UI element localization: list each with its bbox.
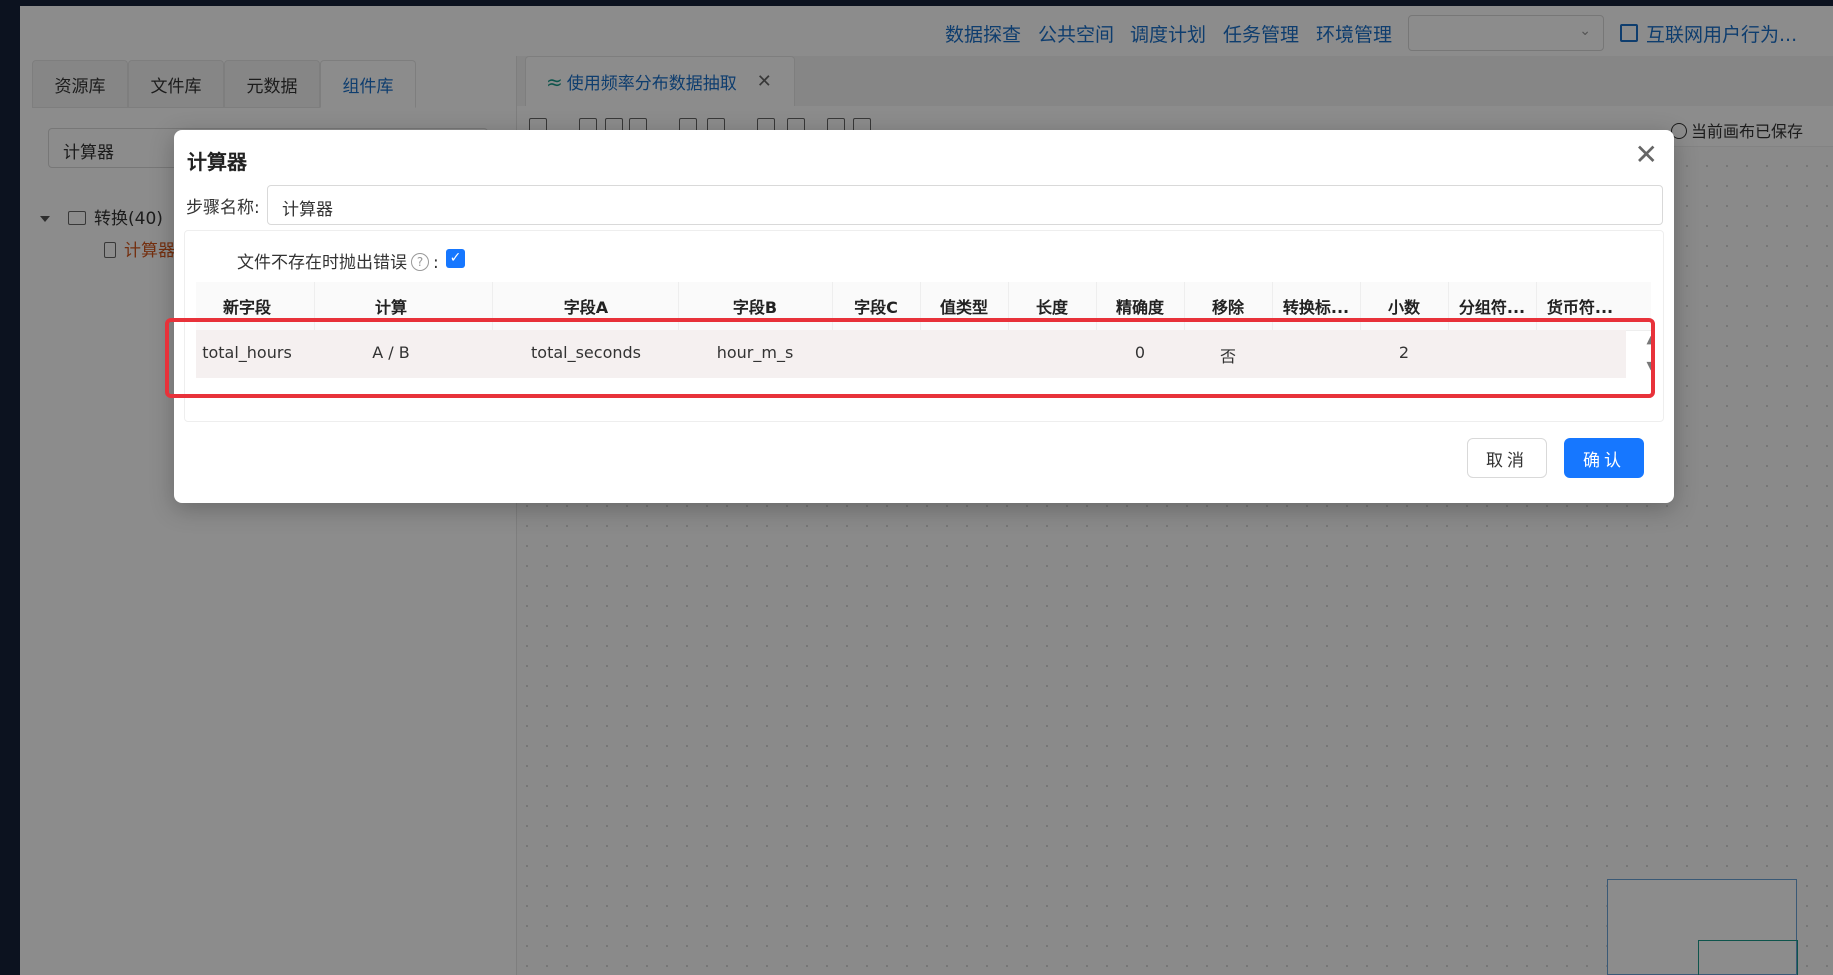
col-remove: 移除 [1211,298,1244,317]
col-group: 分组符... [1458,298,1526,317]
col-field-c: 字段C [854,298,898,317]
col-field-a: 字段A [563,298,609,317]
calculator-dialog: 计算器 ✕ 步骤名称: 计算器 文件不存在时抛出错误?: ✓ 新字段 计算 字段… [174,130,1674,503]
throw-error-checkbox[interactable]: ✓ [446,249,465,268]
col-precision: 精确度 [1115,298,1164,317]
col-field-b: 字段B [732,298,778,317]
option-label: 文件不存在时抛出错误?: [237,248,439,273]
help-icon[interactable]: ? [411,253,429,271]
cancel-button[interactable]: 取消 [1467,438,1547,478]
dialog-title: 计算器 [187,150,247,174]
col-currency: 货币符... [1546,298,1614,317]
col-decimal: 小数 [1387,298,1420,317]
step-name-input[interactable]: 计算器 [267,185,1663,225]
option-label-text: 文件不存在时抛出错误 [237,253,407,273]
col-value-type: 值类型 [939,298,988,317]
option-colon: : [433,253,439,273]
col-length: 长度 [1035,298,1068,317]
close-icon[interactable]: ✕ [1635,140,1658,170]
col-conversion: 转换标... [1282,298,1350,317]
step-name-label: 步骤名称: [186,198,260,218]
confirm-button[interactable]: 确认 [1564,438,1644,478]
col-calc: 计算 [374,298,407,317]
highlight-box [165,318,1655,398]
col-new-field: 新字段 [222,298,271,317]
